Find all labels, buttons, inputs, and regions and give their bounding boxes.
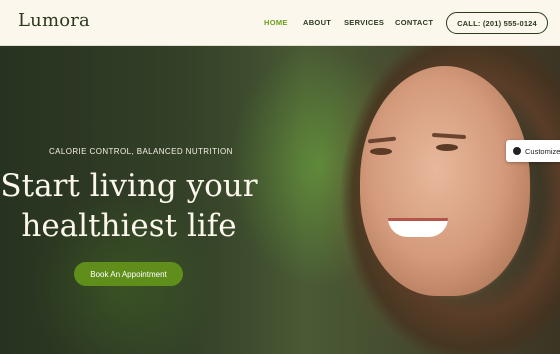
hero-subtitle: CALORIE CONTROL, BALANCED NUTRITION	[49, 147, 233, 156]
hero-headline: Start living your healthiest life	[0, 166, 258, 246]
nav-contact[interactable]: CONTACT	[395, 18, 433, 27]
hero-headline-line: healthiest life	[21, 208, 237, 244]
nav-about[interactable]: ABOUT	[303, 18, 331, 27]
customize-button[interactable]: Customize	[506, 140, 560, 162]
hero-image-smile	[388, 218, 448, 237]
palette-icon	[513, 147, 521, 155]
book-appointment-button[interactable]: Book An Appointment	[74, 262, 183, 286]
hero-image-face	[360, 66, 530, 296]
customize-label: Customize	[525, 146, 560, 156]
hero-headline-line: Start living your	[0, 168, 258, 204]
nav-services[interactable]: SERVICES	[344, 18, 384, 27]
site-header: Lumora HOME ABOUT SERVICES CONTACT CALL:…	[0, 0, 560, 46]
hero-image-eye	[436, 144, 458, 151]
call-button[interactable]: CALL: (201) 555-0124	[446, 12, 548, 34]
brand-logo[interactable]: Lumora	[18, 10, 90, 31]
hero-image-eye	[370, 148, 392, 155]
nav-home[interactable]: HOME	[264, 18, 288, 27]
hero-section: CALORIE CONTROL, BALANCED NUTRITION Star…	[0, 46, 560, 354]
